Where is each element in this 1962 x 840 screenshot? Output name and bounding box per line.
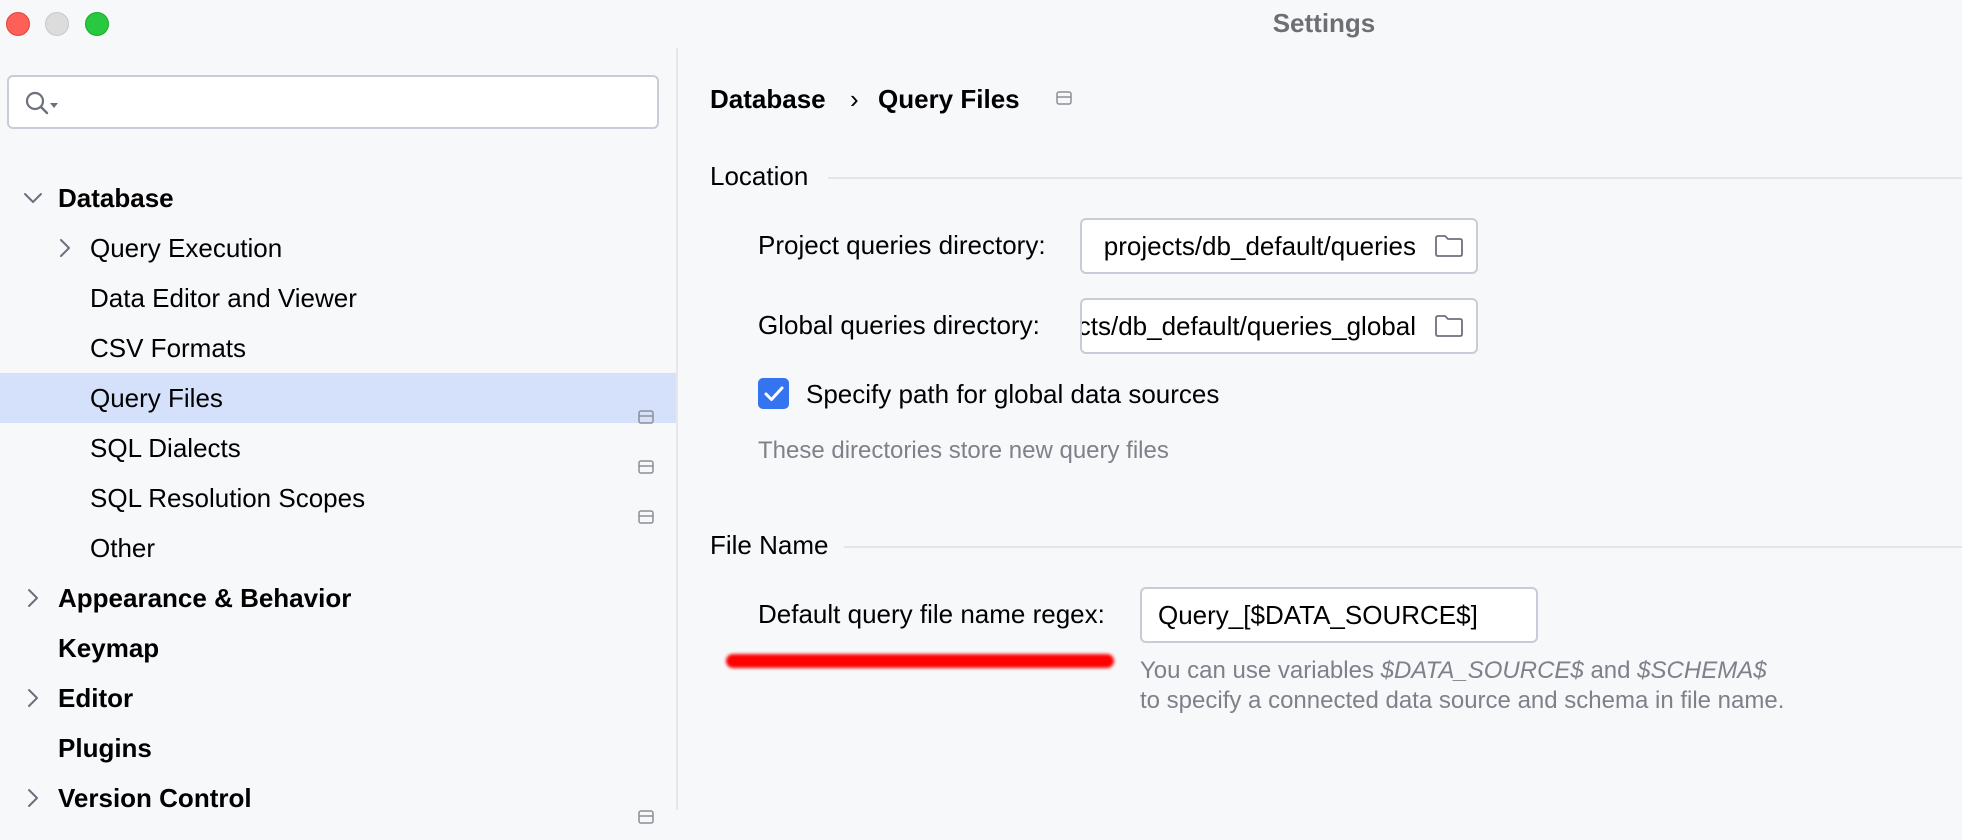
annotation-underline bbox=[726, 654, 1114, 668]
global-dir-field[interactable]: projects/db_default/queries_global bbox=[1080, 298, 1478, 354]
file-name-separator bbox=[844, 546, 1962, 548]
chevron-right-icon[interactable] bbox=[22, 673, 44, 723]
sidebar-item-keymap[interactable]: Keymap bbox=[0, 623, 676, 673]
hint-var-data-source: $DATA_SOURCE$ bbox=[1380, 657, 1584, 684]
regex-hint-line2: to specify a connected data source and s… bbox=[1140, 687, 1785, 714]
search-icon bbox=[25, 91, 58, 115]
window-title: Settings bbox=[1272, 8, 1376, 38]
sidebar-item-label: Plugins bbox=[58, 733, 152, 763]
sidebar-item-label: Database bbox=[58, 183, 174, 213]
sidebar-item-label: Query Execution bbox=[90, 233, 283, 263]
sidebar-item-appearance-behavior[interactable]: Appearance & Behavior bbox=[0, 573, 676, 623]
checkmark-icon bbox=[764, 386, 784, 401]
sidebar-item-plugins[interactable]: Plugins bbox=[0, 723, 676, 773]
project-dir-value[interactable]: projects/db_default/queries bbox=[1104, 220, 1416, 272]
breadcrumb-current: Query Files bbox=[878, 84, 1020, 114]
title-bar: Settings bbox=[0, 0, 1962, 48]
sidebar-item-label: Query Files bbox=[90, 383, 223, 413]
settings-sidebar: Database Query Execution Data Editor and V… bbox=[0, 48, 678, 824]
global-dir-value[interactable]: projects/db_default/queries_global bbox=[1082, 300, 1416, 352]
global-sources-checkbox-label[interactable]: Specify path for global data sources bbox=[806, 379, 1219, 409]
global-sources-checkbox[interactable] bbox=[758, 378, 789, 409]
sidebar-item-label: SQL Dialects bbox=[90, 433, 241, 463]
sidebar-item-label: Other bbox=[90, 533, 156, 563]
folder-icon[interactable] bbox=[1434, 314, 1464, 338]
sidebar-item-data-editor-and-viewer[interactable]: Data Editor and Viewer bbox=[0, 273, 676, 323]
sidebar-item-other[interactable]: Other bbox=[0, 523, 676, 573]
hint-prefix: You can use variables bbox=[1140, 657, 1381, 684]
hint-var-schema: $SCHEMA$ bbox=[1637, 657, 1767, 684]
sidebar-item-label: CSV Formats bbox=[90, 333, 247, 363]
sidebar-item-query-files[interactable]: Query Files bbox=[0, 373, 676, 424]
chevron-right-icon[interactable] bbox=[22, 573, 44, 623]
location-hint: These directories store new query files bbox=[758, 437, 1169, 464]
regex-value[interactable]: Query_[$DATA_SOURCE$] bbox=[1158, 589, 1478, 641]
chevron-right-icon[interactable] bbox=[54, 223, 76, 273]
regex-input[interactable]: Query_[$DATA_SOURCE$] bbox=[1140, 587, 1538, 643]
chevron-down-icon[interactable] bbox=[22, 173, 44, 223]
folder-icon[interactable] bbox=[1434, 234, 1464, 258]
pin-icon bbox=[638, 790, 654, 824]
pin-icon bbox=[638, 490, 654, 524]
pin-icon bbox=[1056, 91, 1072, 105]
chevron-right-icon[interactable] bbox=[22, 773, 44, 823]
sidebar-item-csv-formats[interactable]: CSV Formats bbox=[0, 323, 676, 373]
project-dir-label: Project queries directory: bbox=[758, 230, 1046, 260]
hint-and: and bbox=[1583, 657, 1638, 684]
pin-icon bbox=[638, 440, 654, 474]
sidebar-item-query-execution[interactable]: Query Execution bbox=[0, 223, 676, 273]
global-dir-label: Global queries directory: bbox=[758, 310, 1040, 340]
sidebar-item-label: Version Control bbox=[58, 783, 252, 813]
sidebar-item-label: Editor bbox=[58, 683, 134, 713]
location-separator bbox=[828, 177, 1962, 179]
sidebar-item-version-control[interactable]: Version Control bbox=[0, 773, 676, 824]
regex-hint-line1: You can use variables $DATA_SOURCE$ and … bbox=[1140, 656, 1767, 686]
sidebar-item-database[interactable]: Database bbox=[0, 173, 676, 223]
sidebar-item-label: Data Editor and Viewer bbox=[90, 283, 357, 313]
project-dir-field[interactable]: projects/db_default/queries bbox=[1080, 218, 1478, 274]
settings-content: Database › Query Files Location Project … bbox=[678, 48, 1962, 810]
sidebar-item-label: Keymap bbox=[58, 633, 160, 663]
breadcrumb-parent[interactable]: Database bbox=[710, 84, 826, 114]
file-name-section-title: File Name bbox=[710, 530, 829, 560]
sidebar-item-sql-resolution-scopes[interactable]: SQL Resolution Scopes bbox=[0, 473, 676, 524]
sidebar-item-label: Appearance & Behavior bbox=[58, 583, 352, 613]
sidebar-item-label: SQL Resolution Scopes bbox=[90, 483, 366, 513]
pin-icon bbox=[638, 390, 654, 424]
search-input[interactable] bbox=[7, 75, 659, 129]
sidebar-item-sql-dialects[interactable]: SQL Dialects bbox=[0, 423, 676, 474]
sidebar-item-editor[interactable]: Editor bbox=[0, 673, 676, 723]
breadcrumb-separator: › bbox=[850, 84, 859, 114]
location-section-title: Location bbox=[710, 161, 809, 191]
regex-label: Default query file name regex: bbox=[758, 599, 1105, 629]
